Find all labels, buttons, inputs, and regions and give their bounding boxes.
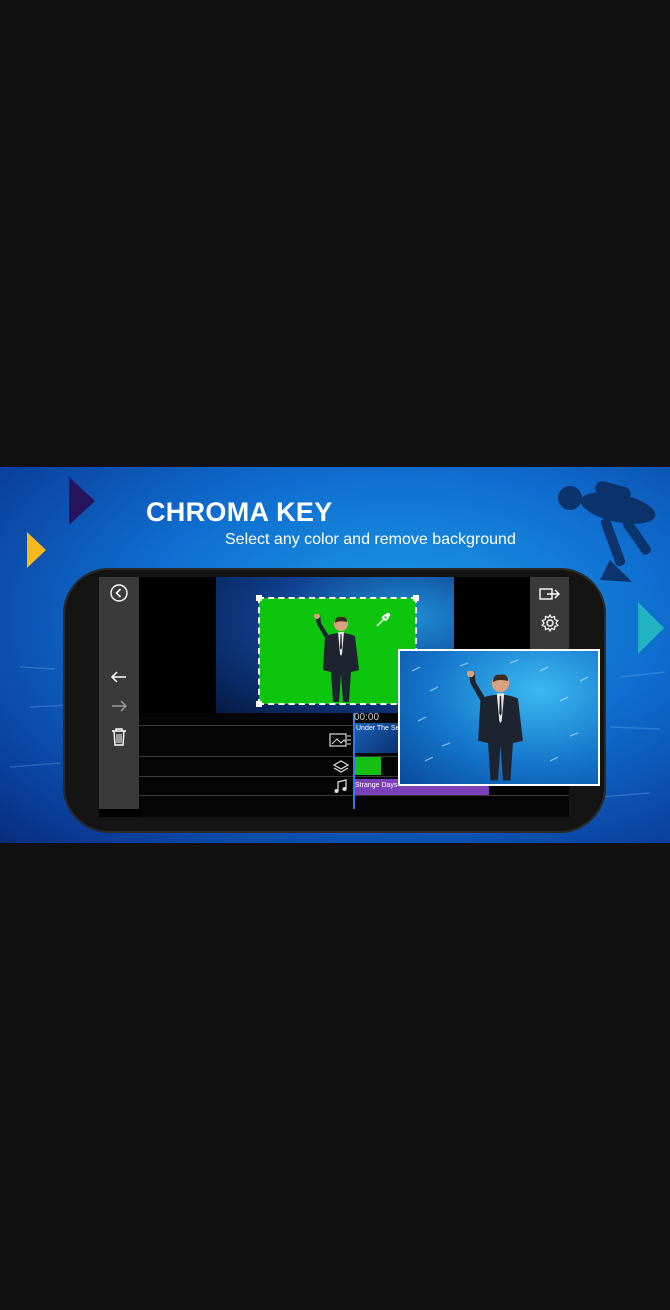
- chroma-key-result-preview: [398, 649, 600, 786]
- overlay-clip[interactable]: [353, 757, 381, 775]
- layer-track-icon[interactable]: [327, 758, 355, 776]
- resize-handle-tl[interactable]: [256, 595, 262, 601]
- subheadline: Select any color and remove background: [225, 531, 516, 548]
- right-toolbar: [530, 577, 569, 657]
- back-circle-icon[interactable]: [109, 583, 129, 603]
- decorative-triangle-teal: [638, 602, 664, 654]
- resize-handle-bl[interactable]: [256, 701, 262, 707]
- export-icon[interactable]: [539, 586, 561, 602]
- scuba-diver-silhouette: [558, 481, 656, 582]
- resize-handle-tr[interactable]: [413, 595, 419, 601]
- gear-icon[interactable]: [540, 613, 560, 633]
- video-clip-label: Under The Se: [356, 725, 400, 732]
- decorative-triangle-yellow: [27, 532, 46, 568]
- playhead[interactable]: [353, 713, 355, 809]
- video-clip[interactable]: Under The Se: [353, 723, 401, 753]
- music-note-icon[interactable]: [327, 778, 355, 796]
- phone-mockup: Under The Se Strange Days 00:00: [63, 568, 606, 833]
- green-screen-clip[interactable]: [258, 597, 417, 705]
- presenter-figure: [466, 671, 523, 781]
- redo-icon[interactable]: [109, 698, 129, 714]
- left-toolbar: [99, 577, 139, 809]
- timecode: 00:00: [354, 712, 380, 723]
- eyedropper-icon[interactable]: [374, 611, 392, 629]
- headline: CHROMA KEY: [146, 497, 333, 527]
- decorative-triangle-navy: [69, 477, 95, 525]
- promo-banner: CHROMA KEY Select any color and remove b…: [0, 467, 670, 843]
- trash-icon[interactable]: [110, 727, 128, 747]
- presenter-figure: [314, 614, 359, 702]
- undo-icon[interactable]: [109, 669, 129, 685]
- audio-clip-label: Strange Days: [355, 782, 398, 789]
- media-track-icon[interactable]: [327, 731, 355, 749]
